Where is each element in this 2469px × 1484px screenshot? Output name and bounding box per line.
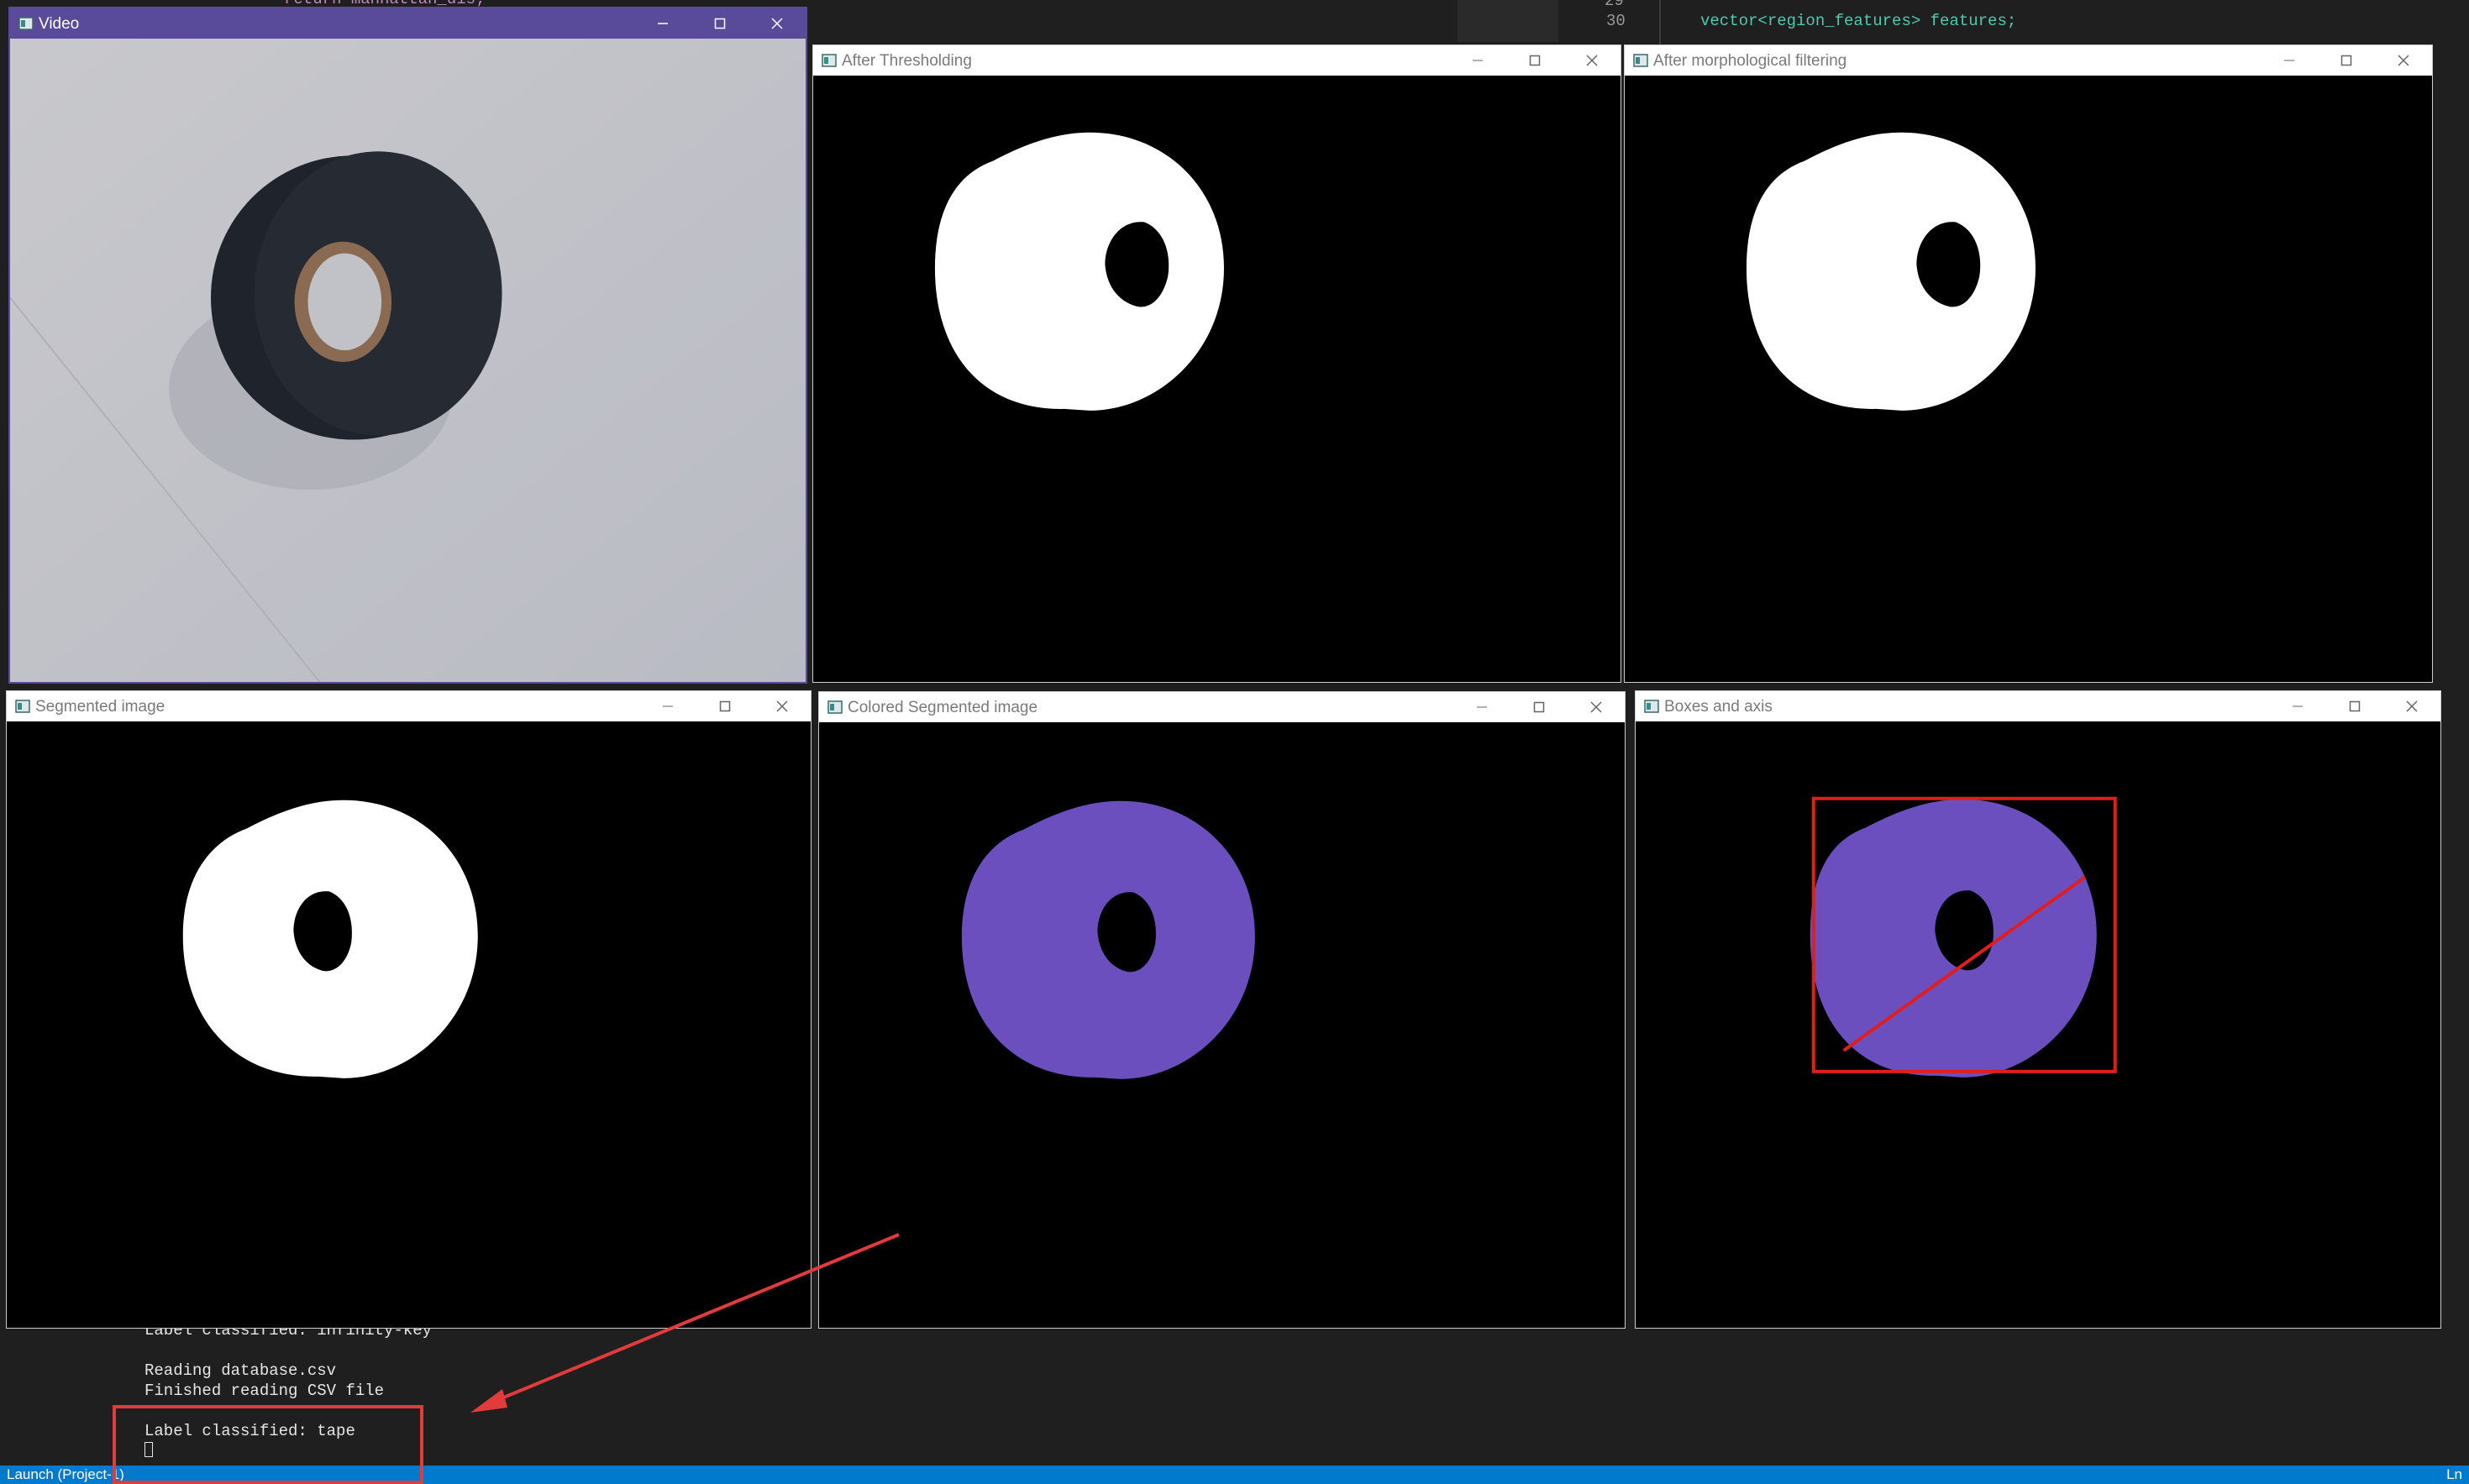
window-after-morphological-filtering[interactable]: After morphological filtering	[1624, 45, 2433, 683]
line-number: 30	[1606, 12, 1626, 30]
terminal-line: Reading database.csv	[144, 1361, 337, 1380]
status-launch[interactable]: Launch (Project-1)	[7, 1466, 124, 1484]
classification-highlight-box	[113, 1405, 423, 1484]
minimize-icon[interactable]	[2269, 691, 2326, 721]
titlebar[interactable]: Video	[10, 8, 806, 39]
window-after-thresholding[interactable]: After Thresholding	[812, 45, 1621, 683]
editor-divider	[1659, 0, 1661, 46]
titlebar[interactable]: Colored Segmented image	[819, 692, 1625, 722]
maximize-icon[interactable]	[2326, 691, 2383, 721]
window-title: After Thresholding	[842, 52, 972, 70]
minimize-icon[interactable]	[639, 691, 696, 721]
maximize-icon[interactable]	[1506, 45, 1563, 76]
window-segmented-image[interactable]: Segmented image	[6, 690, 812, 1329]
window-title: After morphological filtering	[1653, 52, 1847, 70]
morph-image	[1625, 76, 2432, 682]
minimap[interactable]	[1458, 0, 1558, 42]
close-icon[interactable]	[754, 691, 811, 721]
video-frame	[10, 39, 806, 682]
maximize-icon[interactable]	[696, 691, 754, 721]
titlebar[interactable]: Boxes and axis	[1636, 691, 2440, 721]
opencv-window-icon	[1644, 700, 1659, 713]
minimize-icon[interactable]	[2261, 45, 2318, 76]
close-icon[interactable]	[1563, 45, 1621, 76]
threshold-image	[813, 76, 1621, 682]
colored-segmented-image	[819, 722, 1625, 1328]
code-line-right: vector<region_features> features;	[1700, 12, 2017, 30]
maximize-icon[interactable]	[691, 8, 749, 39]
opencv-window-icon	[18, 17, 34, 30]
minimize-icon[interactable]	[1453, 692, 1510, 722]
opencv-window-icon	[1633, 54, 1648, 67]
maximize-icon[interactable]	[1510, 692, 1568, 722]
titlebar[interactable]: Segmented image	[7, 691, 811, 721]
window-video[interactable]: Video	[8, 7, 807, 684]
window-colored-segmented-image[interactable]: Colored Segmented image	[818, 691, 1626, 1329]
titlebar[interactable]: After Thresholding	[813, 45, 1621, 76]
titlebar[interactable]: After morphological filtering	[1625, 45, 2432, 76]
minimize-icon[interactable]	[634, 8, 691, 39]
window-boxes-and-axis[interactable]: Boxes and axis	[1635, 690, 2441, 1329]
window-title: Video	[39, 15, 80, 33]
opencv-window-icon	[15, 700, 30, 713]
opencv-window-icon	[822, 54, 837, 67]
close-icon[interactable]	[1568, 692, 1625, 722]
close-icon[interactable]	[2375, 45, 2432, 76]
window-title: Colored Segmented image	[848, 699, 1038, 716]
boxes-axis-image	[1636, 721, 2440, 1328]
minimize-icon[interactable]	[1449, 45, 1506, 76]
line-number-top: 29	[1605, 0, 1624, 10]
opencv-window-icon	[827, 700, 843, 714]
window-title: Boxes and axis	[1664, 698, 1773, 716]
terminal-line: Finished reading CSV file	[144, 1382, 385, 1400]
window-title: Segmented image	[35, 698, 165, 716]
maximize-icon[interactable]	[2318, 45, 2375, 76]
close-icon[interactable]	[749, 8, 806, 39]
segmented-image	[7, 721, 811, 1328]
close-icon[interactable]	[2383, 691, 2440, 721]
status-ln[interactable]: Ln	[2446, 1466, 2462, 1484]
